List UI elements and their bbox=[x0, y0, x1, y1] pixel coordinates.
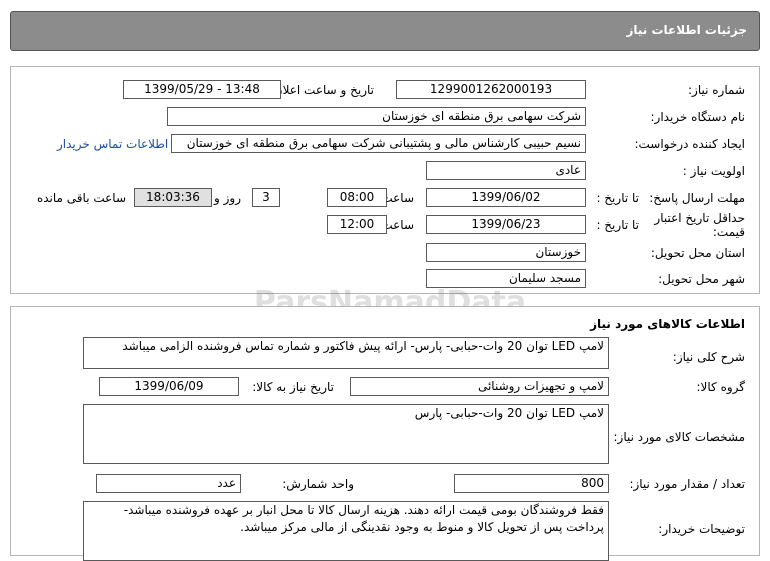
city-label: شهر محل تحویل: bbox=[658, 272, 745, 286]
buyer-org-label: نام دستگاه خریدار: bbox=[650, 110, 746, 124]
group-label: گروه کالا: bbox=[696, 380, 746, 394]
general-desc-label: شرح کلی نیاز: bbox=[672, 350, 745, 364]
city-field: مسجد سلیمان bbox=[426, 269, 586, 288]
page-header: جزئیات اطلاعات نیاز bbox=[10, 11, 760, 51]
deadline-time-field: 08:00 bbox=[327, 188, 387, 207]
need-number-label: شماره نیاز: bbox=[688, 83, 745, 97]
qty-label: تعداد / مقدار مورد نیاز: bbox=[629, 477, 745, 491]
validity-label-line1: حداقل تاریخ اعتبار bbox=[654, 211, 745, 225]
buyer-org-field: شرکت سهامی برق منطقه ای خوزستان bbox=[167, 107, 586, 126]
remaining-label: ساعت باقی مانده bbox=[36, 191, 126, 205]
spec-label: مشخصات کالای مورد نیاز: bbox=[613, 430, 745, 444]
deadline-to-date-label: تا تاریخ : bbox=[596, 191, 639, 205]
qty-field: 800 bbox=[454, 474, 609, 493]
group-field: لامپ و تجهیزات روشنائی bbox=[350, 377, 609, 396]
buyer-notes-label: توضیحات خریدار: bbox=[658, 522, 745, 536]
general-desc-field: لامپ LED توان 20 وات-حبابی- پارس- ارائه … bbox=[83, 337, 609, 369]
buyer-notes-field: فقط فروشندگان بومی قیمت ارائه دهند. هزین… bbox=[83, 501, 609, 561]
unit-label: واحد شمارش: bbox=[282, 477, 354, 491]
days-label: روز و bbox=[214, 191, 241, 205]
requester-field: نسیم حبیبی کارشناس مالی و پشتیبانی شرکت … bbox=[171, 134, 586, 153]
unit-field: عدد bbox=[96, 474, 241, 493]
validity-time-field: 12:00 bbox=[327, 215, 387, 234]
remaining-time-field: 18:03:36 bbox=[134, 188, 212, 207]
need-info-panel: شماره نیاز: 1299001262000193 تاریخ و ساع… bbox=[10, 66, 760, 294]
deadline-date-field: 1399/06/02 bbox=[426, 188, 586, 207]
spec-field: لامپ LED توان 20 وات-حبابی- پارس bbox=[83, 404, 609, 464]
need-date-label: تاریخ نیاز به کالا: bbox=[252, 380, 334, 394]
requester-label: ایجاد کننده درخواست: bbox=[634, 137, 745, 151]
announce-field: 1399/05/29 - 13:48 bbox=[123, 80, 281, 99]
deadline-label: مهلت ارسال پاسخ: bbox=[649, 191, 745, 205]
buyer-contact-link[interactable]: اطلاعات تماس خریدار bbox=[57, 137, 168, 151]
need-date-field: 1399/06/09 bbox=[99, 377, 239, 396]
validity-label-line2: قیمت: bbox=[712, 225, 745, 239]
goods-panel: اطلاعات کالاهای مورد نیاز شرح کلی نیاز: … bbox=[10, 306, 760, 561]
province-field: خوزستان bbox=[426, 243, 586, 262]
priority-label: اولویت نیاز : bbox=[682, 164, 745, 178]
need-number-field: 1299001262000193 bbox=[396, 80, 586, 99]
page-title: جزئیات اطلاعات نیاز bbox=[626, 23, 747, 37]
priority-field: عادی bbox=[426, 161, 586, 180]
province-label: استان محل تحویل: bbox=[650, 246, 745, 260]
goods-section-title: اطلاعات کالاهای مورد نیاز bbox=[590, 317, 745, 331]
validity-date-field: 1399/06/23 bbox=[426, 215, 586, 234]
days-field: 3 bbox=[252, 188, 280, 207]
validity-to-date-label: تا تاریخ : bbox=[596, 218, 639, 232]
